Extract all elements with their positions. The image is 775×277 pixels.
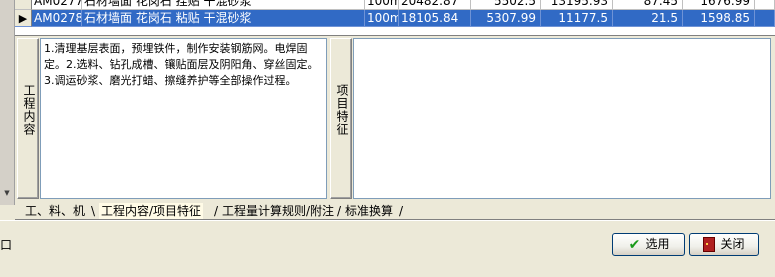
checkmark-icon: ✔ — [628, 236, 641, 253]
select-button-label: 选用 — [645, 237, 670, 251]
row-pointer-icon[interactable]: ▶ — [15, 10, 32, 27]
tab-work-content[interactable]: 工程内容/项目特征 — [99, 203, 204, 219]
cell-code: AM0277 — [32, 0, 82, 10]
left-cut-text: 口 — [0, 238, 13, 252]
cell-unit: 100m2 — [365, 10, 399, 27]
left-panel-edge — [0, 0, 15, 205]
cell-value: 11177.5 — [541, 10, 613, 27]
cell-value: 1676.99 — [683, 0, 755, 10]
cell-value: 5307.99 — [471, 10, 541, 27]
cell-value: 5502.5 — [471, 0, 541, 10]
select-button[interactable]: ✔ 选用 — [612, 233, 685, 256]
close-button[interactable]: 关闭 — [689, 233, 759, 256]
cell-value: 18105.84 — [399, 10, 471, 27]
row-indicator[interactable] — [15, 0, 32, 10]
tab-separator: / — [399, 204, 404, 218]
cell-name: 石材墙面 花岗石 粘贴 干混砂浆 — [82, 10, 365, 27]
tab-quantity-rules[interactable]: 工程量计算规则/附注 — [222, 203, 334, 219]
table-row[interactable]: AM0277 石材墙面 花岗石 挂贴 干混砂浆 100m2 20482.87 5… — [15, 0, 775, 10]
tab-separator: \ — [91, 204, 96, 218]
cell-value: 20482.87 — [399, 0, 471, 10]
cell-blank — [755, 10, 775, 27]
scroll-down-icon[interactable]: ▼ — [1, 188, 13, 198]
cell-name: 石材墙面 花岗石 挂贴 干混砂浆 — [82, 0, 365, 10]
cell-value: 21.5 — [613, 10, 683, 27]
close-button-label: 关闭 — [720, 237, 745, 251]
tab-labor-material-machine[interactable]: 工、料、机 — [25, 203, 85, 219]
item-feature-label: 项目特征 — [335, 84, 349, 136]
cell-code: AM0278 — [32, 10, 82, 27]
cell-value: 87.45 — [613, 0, 683, 10]
tab-separator: / — [214, 204, 219, 218]
exit-door-icon — [703, 237, 716, 252]
work-content-textbox[interactable]: 1.清理基层表面，预埋铁件，制作安装钢筋网。电焊固定。2.选料、钻孔成槽、镶贴面… — [40, 38, 327, 199]
item-feature-label-box: 项目特征 — [330, 38, 352, 199]
item-feature-textbox[interactable] — [353, 38, 771, 199]
divider — [0, 220, 775, 221]
tab-standard-conversion[interactable]: 标准换算 — [345, 203, 393, 219]
work-content-label: 工程内容 — [22, 84, 36, 136]
work-content-label-box: 工程内容 — [17, 38, 39, 199]
table-row-selected[interactable]: ▶ AM0278 石材墙面 花岗石 粘贴 干混砂浆 100m2 18105.84… — [15, 10, 775, 27]
cell-blank — [755, 0, 775, 10]
cell-value: 1598.85 — [683, 10, 755, 27]
quota-table: AM0277 石材墙面 花岗石 挂贴 干混砂浆 100m2 20482.87 5… — [15, 0, 775, 36]
tab-separator: / — [337, 204, 342, 218]
cell-value: 13195.93 — [541, 0, 613, 10]
cell-unit: 100m2 — [365, 0, 399, 10]
